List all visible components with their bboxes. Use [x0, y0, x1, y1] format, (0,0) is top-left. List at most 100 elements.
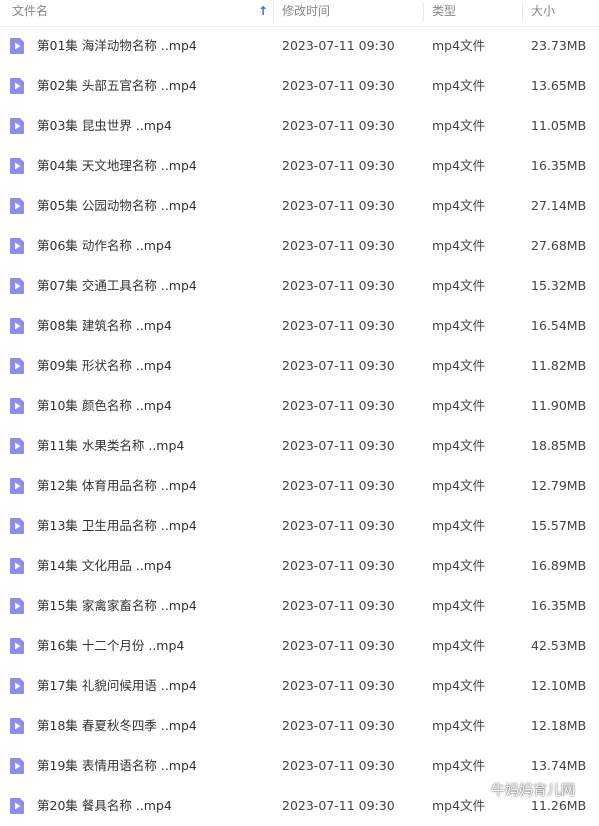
file-type: mp4文件 [432, 598, 486, 613]
file-type: mp4文件 [432, 438, 486, 453]
file-row[interactable]: 第03集 昆虫世界 ..mp4 2023-07-11 09:30 mp4文件 11.0… [0, 106, 599, 146]
file-type: mp4文件 [432, 238, 486, 253]
file-row[interactable]: 第01集 海洋动物名称 ..mp4 2023-07-11 09:30 mp4文件 23… [0, 26, 599, 66]
file-name[interactable]: 第14集 文化用品 ..mp4 [37, 546, 172, 586]
column-header-name[interactable]: 文件名 [12, 0, 48, 26]
file-list-header: 文件名 ↑ 修改时间 类型 大小 [0, 0, 599, 27]
file-modified-time: 2023-07-11 09:30 [282, 398, 395, 413]
file-row[interactable]: 第18集 春夏秋冬四季 ..mp4 2023-07-11 09:30 mp4文件 12… [0, 706, 599, 746]
file-modified-time: 2023-07-11 09:30 [282, 318, 395, 333]
file-size: 11.82MB [531, 358, 587, 373]
file-name[interactable]: 第20集 餐具名称 ..mp4 [37, 786, 172, 826]
file-size: 16.89MB [531, 558, 587, 573]
file-type: mp4文件 [432, 78, 486, 93]
file-name[interactable]: 第11集 水果类名称 ..mp4 [37, 426, 184, 466]
file-name[interactable]: 第13集 卫生用品名称 ..mp4 [37, 506, 197, 546]
file-row[interactable]: 第16集 十二个月份 ..mp4 2023-07-11 09:30 mp4文件 42.… [0, 626, 599, 666]
video-file-icon [10, 238, 24, 254]
file-type: mp4文件 [432, 158, 486, 173]
video-file-icon [10, 598, 24, 614]
sort-up-arrow-icon[interactable]: ↑ [257, 3, 269, 19]
column-divider[interactable] [273, 2, 274, 22]
file-name[interactable]: 第09集 形状名称 ..mp4 [37, 346, 172, 386]
file-name[interactable]: 第17集 礼貌问候用语 ..mp4 [37, 666, 197, 706]
file-name[interactable]: 第07集 交通工具名称 ..mp4 [37, 266, 197, 306]
file-type: mp4文件 [432, 38, 486, 53]
video-file-icon [10, 638, 24, 654]
file-name[interactable]: 第10集 颜色名称 ..mp4 [37, 386, 172, 426]
file-row[interactable]: 第05集 公园动物名称 ..mp4 2023-07-11 09:30 mp4文件 27… [0, 186, 599, 226]
file-name[interactable]: 第04集 天文地理名称 ..mp4 [37, 146, 197, 186]
video-file-icon [10, 278, 24, 294]
file-size: 27.68MB [531, 238, 587, 253]
file-size: 12.10MB [531, 678, 587, 693]
file-modified-time: 2023-07-11 09:30 [282, 158, 395, 173]
file-modified-time: 2023-07-11 09:30 [282, 598, 395, 613]
file-name[interactable]: 第01集 海洋动物名称 ..mp4 [37, 26, 197, 66]
file-name[interactable]: 第15集 家禽家畜名称 ..mp4 [37, 586, 197, 626]
file-row[interactable]: 第14集 文化用品 ..mp4 2023-07-11 09:30 mp4文件 16.8… [0, 546, 599, 586]
file-name[interactable]: 第16集 十二个月份 ..mp4 [37, 626, 184, 666]
file-modified-time: 2023-07-11 09:30 [282, 118, 395, 133]
file-modified-time: 2023-07-11 09:30 [282, 438, 395, 453]
video-file-icon [10, 798, 24, 814]
file-name[interactable]: 第06集 动作名称 ..mp4 [37, 226, 172, 266]
file-name[interactable]: 第19集 表情用语名称 ..mp4 [37, 746, 197, 786]
file-modified-time: 2023-07-11 09:30 [282, 558, 395, 573]
file-row[interactable]: 第07集 交通工具名称 ..mp4 2023-07-11 09:30 mp4文件 15… [0, 266, 599, 306]
file-modified-time: 2023-07-11 09:30 [282, 198, 395, 213]
file-size: 11.90MB [531, 398, 587, 413]
file-name[interactable]: 第18集 春夏秋冬四季 ..mp4 [37, 706, 197, 746]
file-row[interactable]: 第06集 动作名称 ..mp4 2023-07-11 09:30 mp4文件 27.6… [0, 226, 599, 266]
column-header-type[interactable]: 类型 [432, 0, 456, 26]
file-size: 15.57MB [531, 518, 587, 533]
file-size: 13.65MB [531, 78, 587, 93]
video-file-icon [10, 198, 24, 214]
video-file-icon [10, 558, 24, 574]
file-type: mp4文件 [432, 118, 486, 133]
watermark: 牛妈妈育儿网 [470, 780, 575, 802]
file-name[interactable]: 第08集 建筑名称 ..mp4 [37, 306, 172, 346]
file-row[interactable]: 第15集 家禽家畜名称 ..mp4 2023-07-11 09:30 mp4文件 16… [0, 586, 599, 626]
file-modified-time: 2023-07-11 09:30 [282, 678, 395, 693]
file-row[interactable]: 第09集 形状名称 ..mp4 2023-07-11 09:30 mp4文件 11.8… [0, 346, 599, 386]
video-file-icon [10, 398, 24, 414]
file-modified-time: 2023-07-11 09:30 [282, 758, 395, 773]
file-size: 12.18MB [531, 718, 587, 733]
file-row[interactable]: 第02集 头部五官名称 ..mp4 2023-07-11 09:30 mp4文件 13… [0, 66, 599, 106]
file-row[interactable]: 第13集 卫生用品名称 ..mp4 2023-07-11 09:30 mp4文件 15… [0, 506, 599, 546]
file-list: 第01集 海洋动物名称 ..mp4 2023-07-11 09:30 mp4文件 23… [0, 26, 599, 826]
file-name[interactable]: 第12集 体育用品名称 ..mp4 [37, 466, 197, 506]
file-row[interactable]: 第10集 颜色名称 ..mp4 2023-07-11 09:30 mp4文件 11.9… [0, 386, 599, 426]
file-size: 16.35MB [531, 598, 587, 613]
file-name[interactable]: 第03集 昆虫世界 ..mp4 [37, 106, 172, 146]
file-name[interactable]: 第02集 头部五官名称 ..mp4 [37, 66, 197, 106]
video-file-icon [10, 158, 24, 174]
video-file-icon [10, 118, 24, 134]
column-divider[interactable] [522, 2, 523, 22]
file-row[interactable]: 第08集 建筑名称 ..mp4 2023-07-11 09:30 mp4文件 16.5… [0, 306, 599, 346]
video-file-icon [10, 318, 24, 334]
file-type: mp4文件 [432, 518, 486, 533]
file-type: mp4文件 [432, 318, 486, 333]
file-row[interactable]: 第11集 水果类名称 ..mp4 2023-07-11 09:30 mp4文件 18.… [0, 426, 599, 466]
file-size: 23.73MB [531, 38, 587, 53]
file-row[interactable]: 第17集 礼貌问候用语 ..mp4 2023-07-11 09:30 mp4文件 12… [0, 666, 599, 706]
file-modified-time: 2023-07-11 09:30 [282, 638, 395, 653]
file-size: 16.54MB [531, 318, 587, 333]
file-name[interactable]: 第05集 公园动物名称 ..mp4 [37, 186, 197, 226]
file-modified-time: 2023-07-11 09:30 [282, 518, 395, 533]
file-modified-time: 2023-07-11 09:30 [282, 358, 395, 373]
file-type: mp4文件 [432, 198, 486, 213]
column-divider[interactable] [423, 2, 424, 22]
column-header-modified[interactable]: 修改时间 [282, 0, 330, 26]
video-file-icon [10, 758, 24, 774]
video-file-icon [10, 678, 24, 694]
wechat-icon [470, 783, 488, 797]
file-row[interactable]: 第04集 天文地理名称 ..mp4 2023-07-11 09:30 mp4文件 16… [0, 146, 599, 186]
file-type: mp4文件 [432, 558, 486, 573]
video-file-icon [10, 518, 24, 534]
file-size: 12.79MB [531, 478, 587, 493]
file-row[interactable]: 第12集 体育用品名称 ..mp4 2023-07-11 09:30 mp4文件 12… [0, 466, 599, 506]
column-header-size[interactable]: 大小 [531, 0, 555, 26]
